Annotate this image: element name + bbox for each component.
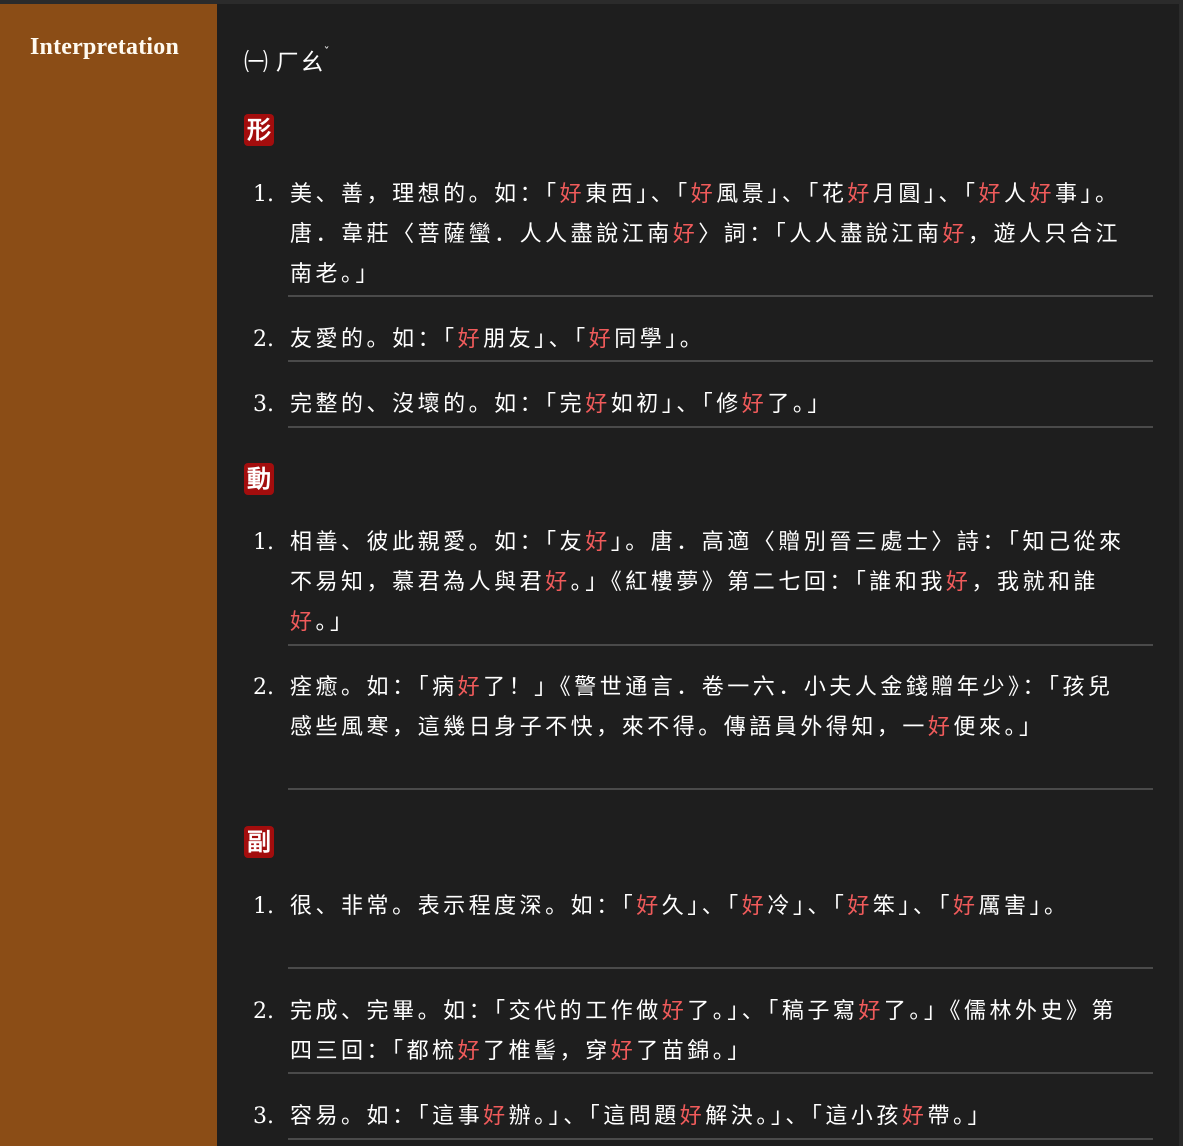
divider bbox=[288, 788, 1153, 790]
seg: 完成、完畢。如：「交代的工作做好了。」、「稿子寫好了。」《儒林外史》第四三回：「… bbox=[290, 999, 1118, 1064]
pos-badge-adverb: 副 bbox=[244, 826, 274, 858]
definition-text: 完成、完畢。如：「交代的工作做好了。」、「稿子寫好了。」《儒林外史》第四三回：「… bbox=[290, 992, 1133, 1072]
heading-zhuyin: ㄏㄠ bbox=[275, 48, 324, 76]
definition-number: 1. bbox=[253, 530, 274, 555]
heading-tone-mark: ˇ bbox=[323, 45, 330, 59]
seg: 美、善，理想的。如：「好東西」、「好風景」、「花好月圓」、「好人好事」。唐．韋莊… bbox=[290, 182, 1122, 287]
definition-text: 相善、彼此親愛。如：「友好」。唐．高適〈贈別晉三處士〉詩：「知己從來不易知，慕君… bbox=[290, 523, 1133, 643]
definition-text: 痊癒。如：「病好了！」《警世通言．卷一六．小夫人金錢贈年少》：「孩兒感些風寒，這… bbox=[290, 668, 1133, 748]
divider bbox=[288, 426, 1153, 428]
seg: 相善、彼此親愛。如：「友好」。唐．高適〈贈別晉三處士〉詩：「知己從來不易知，慕君… bbox=[290, 530, 1125, 635]
definition-number: 2. bbox=[253, 327, 274, 352]
pos-badge-verb: 動 bbox=[244, 463, 274, 495]
seg: 完整的、沒壞的。如：「完好如初」、「修好了。」 bbox=[290, 392, 833, 417]
divider bbox=[288, 360, 1153, 362]
divider bbox=[288, 644, 1153, 646]
seg: 很、非常。表示程度深。如：「好久」、「好冷」、「好笨」、「好厲害」。 bbox=[290, 894, 1070, 919]
divider bbox=[288, 295, 1153, 297]
seg: 友愛的。如：「好朋友」、「好同學」。 bbox=[290, 327, 706, 352]
seg: 痊癒。如：「病好了！」《警世通言．卷一六．小夫人金錢贈年少》：「孩兒感些風寒，這… bbox=[290, 675, 1114, 740]
main-content: ㈠ ㄏㄠˇ 形 1. 美、善，理想的。如：「好東西」、「好風景」、「花好月圓」、… bbox=[217, 4, 1179, 1146]
definition-text: 友愛的。如：「好朋友」、「好同學」。 bbox=[290, 320, 1133, 360]
definition-number: 2. bbox=[253, 675, 274, 700]
definition-number: 1. bbox=[253, 182, 274, 207]
definition-text: 完整的、沒壞的。如：「完好如初」、「修好了。」 bbox=[290, 385, 1133, 425]
sidebar-title: Interpretation bbox=[30, 34, 180, 60]
definition-text: 美、善，理想的。如：「好東西」、「好風景」、「花好月圓」、「好人好事」。唐．韋莊… bbox=[290, 175, 1133, 295]
divider bbox=[288, 1138, 1153, 1140]
definition-number: 1. bbox=[253, 894, 274, 919]
sidebar: Interpretation bbox=[0, 4, 217, 1146]
heading-prefix: ㈠ bbox=[244, 48, 276, 76]
definition-number: 2. bbox=[253, 999, 274, 1024]
pronunciation-heading: ㈠ ㄏㄠˇ bbox=[244, 42, 330, 77]
definition-text: 很、非常。表示程度深。如：「好久」、「好冷」、「好笨」、「好厲害」。 bbox=[290, 887, 1133, 927]
definition-text: 容易。如：「這事好辦。」、「這問題好解決。」、「這小孩好帶。」 bbox=[290, 1097, 1133, 1137]
pos-badge-adjective: 形 bbox=[244, 114, 274, 146]
divider bbox=[288, 1072, 1153, 1074]
definition-number: 3. bbox=[253, 1104, 274, 1129]
seg: 容易。如：「這事好辦。」、「這問題好解決。」、「這小孩好帶。」 bbox=[290, 1104, 993, 1129]
definition-number: 3. bbox=[253, 392, 274, 417]
divider bbox=[288, 967, 1153, 969]
